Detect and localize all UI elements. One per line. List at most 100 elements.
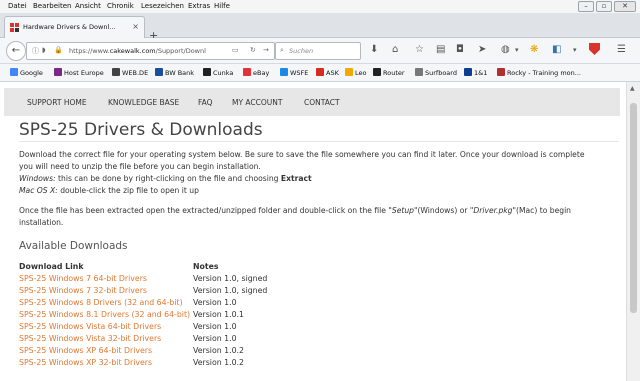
table-row: SPS-25 Windows 7 64-bit Drivers Version 1… bbox=[19, 274, 319, 286]
table-row: SPS-25 Windows XP 64-bit Drivers Version … bbox=[19, 346, 319, 358]
pocket-icon[interactable]: ◘ bbox=[456, 44, 464, 55]
bookmark-ask[interactable]: ASK bbox=[316, 68, 339, 77]
scrollbar-thumb[interactable] bbox=[630, 103, 637, 313]
nav-knowledge-base[interactable]: KNOWLEDGE BASE bbox=[108, 98, 179, 107]
bookmark-webde[interactable]: WEB.DE bbox=[112, 68, 148, 77]
maximize-icon[interactable]: ▫ bbox=[596, 1, 612, 12]
leo-icon bbox=[345, 68, 353, 76]
lock-icon[interactable]: 🔒 bbox=[54, 46, 63, 54]
back-button[interactable]: ← bbox=[6, 41, 26, 61]
webde-icon bbox=[112, 68, 120, 76]
search-icon: ⌕ bbox=[280, 46, 284, 54]
info-icon[interactable]: ⓘ bbox=[32, 46, 39, 56]
go-arrow-icon[interactable]: → bbox=[263, 46, 269, 54]
nav-contact[interactable]: CONTACT bbox=[304, 98, 340, 107]
bookmark-host-europe[interactable]: Host Europe bbox=[54, 68, 104, 77]
bookmark-surfboard[interactable]: Surfboard bbox=[415, 68, 457, 77]
ebay-icon bbox=[243, 68, 251, 76]
bookmark-rocky[interactable]: Rocky - Training mon... bbox=[497, 68, 581, 77]
page-title: SPS-25 Drivers & Downloads bbox=[19, 120, 263, 140]
extension-icon[interactable]: ❋ bbox=[530, 44, 538, 55]
bookmark-google[interactable]: Google bbox=[10, 68, 43, 77]
menu-chronik[interactable]: Chronik bbox=[107, 2, 134, 10]
surfboard-icon bbox=[415, 68, 423, 76]
window-controls: – ▫ ✕ bbox=[578, 1, 636, 12]
menu-extras[interactable]: Extras bbox=[188, 2, 210, 10]
close-window-icon[interactable]: ✕ bbox=[614, 1, 636, 12]
bookmarks-toolbar: Google Host Europe WEB.DE BW Bank Cunka … bbox=[0, 64, 640, 82]
extract-line-1: Once the file has been extracted open th… bbox=[19, 206, 571, 215]
table-row: SPS-25 Windows 8.1 Drivers (32 and 64-bi… bbox=[19, 310, 319, 322]
tab-title: Hardware Drivers & Downl... bbox=[23, 23, 116, 31]
bookmark-1und1[interactable]: 1&1 bbox=[464, 68, 487, 77]
download-link[interactable]: SPS-25 Windows XP 32-bit Drivers bbox=[19, 358, 152, 367]
vertical-scrollbar[interactable]: ▲ bbox=[626, 82, 640, 381]
search-placeholder: Suchen bbox=[289, 47, 314, 55]
reader-view-icon[interactable]: ▭ bbox=[232, 46, 239, 54]
table-row: SPS-25 Windows 7 32-bit Drivers Version 1… bbox=[19, 286, 319, 298]
version-note: Version 1.0 bbox=[193, 322, 237, 331]
scroll-up-icon[interactable]: ▲ bbox=[630, 85, 635, 92]
globe-dropdown-icon[interactable]: ▾ bbox=[515, 46, 519, 54]
router-icon bbox=[373, 68, 381, 76]
bookmark-star-icon[interactable]: ☆ bbox=[415, 44, 424, 55]
download-link[interactable]: SPS-25 Windows 8.1 Drivers (32 and 64-bi… bbox=[19, 310, 190, 319]
windows-instruction: Windows: this can be done by right-click… bbox=[19, 174, 312, 183]
download-link[interactable]: SPS-25 Windows 8 Drivers (32 and 64-bit) bbox=[19, 298, 183, 307]
bookmark-bw-bank[interactable]: BW Bank bbox=[155, 68, 194, 77]
globe-icon[interactable]: ◍ bbox=[501, 44, 510, 55]
ask-icon bbox=[316, 68, 324, 76]
table-row: SPS-25 Windows Vista 32-bit Drivers Versi… bbox=[19, 334, 319, 346]
rocky-icon bbox=[497, 68, 505, 76]
intro-line-2: you will need to unzip the file before y… bbox=[19, 162, 261, 171]
nav-support-home[interactable]: SUPPORT HOME bbox=[27, 98, 87, 107]
mac-instruction: Mac OS X: double-click the zip file to o… bbox=[19, 186, 199, 195]
nav-faq[interactable]: FAQ bbox=[198, 98, 213, 107]
minimize-icon[interactable]: – bbox=[578, 1, 594, 12]
menu-lesezeichen[interactable]: Lesezeichen bbox=[141, 2, 184, 10]
google-icon bbox=[10, 68, 18, 76]
1und1-icon bbox=[464, 68, 472, 76]
bookmark-cunka[interactable]: Cunka bbox=[203, 68, 233, 77]
search-bar[interactable]: ⌕ Suchen bbox=[275, 42, 361, 60]
column-header-notes: Notes bbox=[193, 262, 219, 271]
bookmark-ebay[interactable]: eBay bbox=[243, 68, 269, 77]
download-link[interactable]: SPS-25 Windows 7 64-bit Drivers bbox=[19, 274, 147, 283]
version-note: Version 1.0, signed bbox=[193, 274, 268, 283]
host-europe-icon bbox=[54, 68, 62, 76]
tab-close-icon[interactable]: × bbox=[132, 22, 139, 31]
library-icon[interactable]: ▤ bbox=[436, 44, 445, 55]
bookmark-router[interactable]: Router bbox=[373, 68, 405, 77]
menu-ansicht[interactable]: Ansicht bbox=[75, 2, 101, 10]
version-note: Version 1.0 bbox=[193, 298, 237, 307]
address-bar[interactable]: ⓘ ◗ 🔒 https://www.cakewalk.com/Support/D… bbox=[26, 42, 275, 60]
tab-hardware-drivers[interactable]: Hardware Drivers & Downl... × bbox=[4, 16, 145, 38]
nav-my-account[interactable]: MY ACCOUNT bbox=[232, 98, 283, 107]
extract-line-2: installation. bbox=[19, 218, 64, 227]
version-note: Version 1.0, signed bbox=[193, 286, 268, 295]
wsfe-icon bbox=[280, 68, 288, 76]
menu-bearbeiten[interactable]: Bearbeiten bbox=[33, 2, 71, 10]
download-link[interactable]: SPS-25 Windows Vista 64-bit Drivers bbox=[19, 322, 161, 331]
adblock-shield-icon[interactable] bbox=[589, 43, 600, 55]
navigation-toolbar: ← ⓘ ◗ 🔒 https://www.cakewalk.com/Support… bbox=[0, 38, 640, 64]
url-text[interactable]: https://www.cakewalk.com/Support/Downl bbox=[69, 47, 209, 55]
reload-icon[interactable]: ↻ bbox=[250, 46, 256, 54]
download-link[interactable]: SPS-25 Windows Vista 32-bit Drivers bbox=[19, 334, 161, 343]
menu-datei[interactable]: Datei bbox=[8, 2, 27, 10]
version-note: Version 1.0.1 bbox=[193, 310, 244, 319]
bookmark-leo[interactable]: Leo bbox=[345, 68, 366, 77]
tab-strip: Hardware Drivers & Downl... × + bbox=[0, 13, 640, 42]
menu-hamburger-icon[interactable]: ☰ bbox=[617, 44, 626, 55]
send-icon[interactable]: ➤ bbox=[478, 44, 486, 55]
tracking-shield-icon[interactable]: ◗ bbox=[42, 46, 46, 54]
extension-dropdown-icon[interactable]: ▾ bbox=[573, 46, 577, 54]
sync-icon[interactable]: ◧ bbox=[552, 44, 561, 55]
cunka-icon bbox=[203, 68, 211, 76]
home-icon[interactable]: ⌂ bbox=[392, 44, 398, 55]
download-link[interactable]: SPS-25 Windows XP 64-bit Drivers bbox=[19, 346, 152, 355]
download-icon[interactable]: ⬇ bbox=[370, 44, 378, 55]
bookmark-wsfe[interactable]: WSFE bbox=[280, 68, 308, 77]
download-link[interactable]: SPS-25 Windows 7 32-bit Drivers bbox=[19, 286, 147, 295]
menu-hilfe[interactable]: Hilfe bbox=[214, 2, 230, 10]
